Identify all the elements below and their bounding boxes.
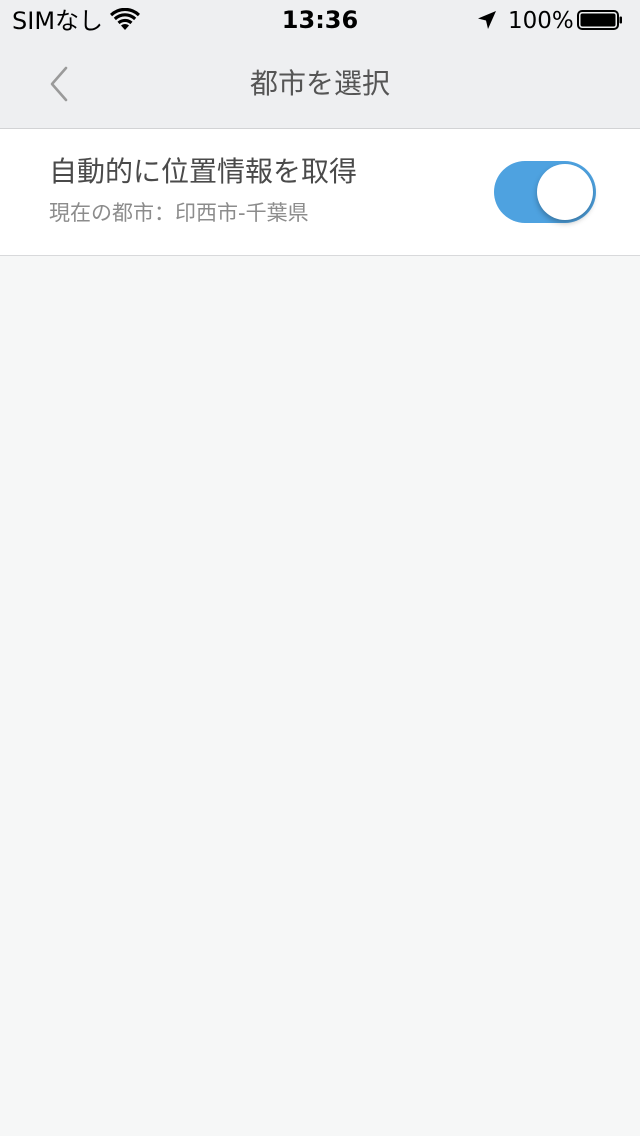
navigation-bar: 都市を選択	[0, 42, 640, 128]
current-city-text: 現在の都市：印西市-千葉県	[49, 201, 309, 225]
auto-location-toggle[interactable]	[494, 161, 596, 223]
battery-icon	[577, 10, 623, 30]
page-title: 都市を選択	[249, 67, 390, 100]
battery-percent: 100%	[508, 8, 574, 34]
header-area: SIMなし 13:36 100% 都市を選択	[0, 0, 640, 129]
auto-location-label: 自動的に位置情報を取得	[49, 155, 358, 188]
location-arrow-icon	[477, 10, 497, 30]
toggle-knob	[537, 164, 593, 220]
status-bar: SIMなし 13:36 100%	[0, 0, 640, 42]
auto-location-row: 自動的に位置情報を取得 現在の都市：印西市-千葉県	[0, 129, 640, 256]
